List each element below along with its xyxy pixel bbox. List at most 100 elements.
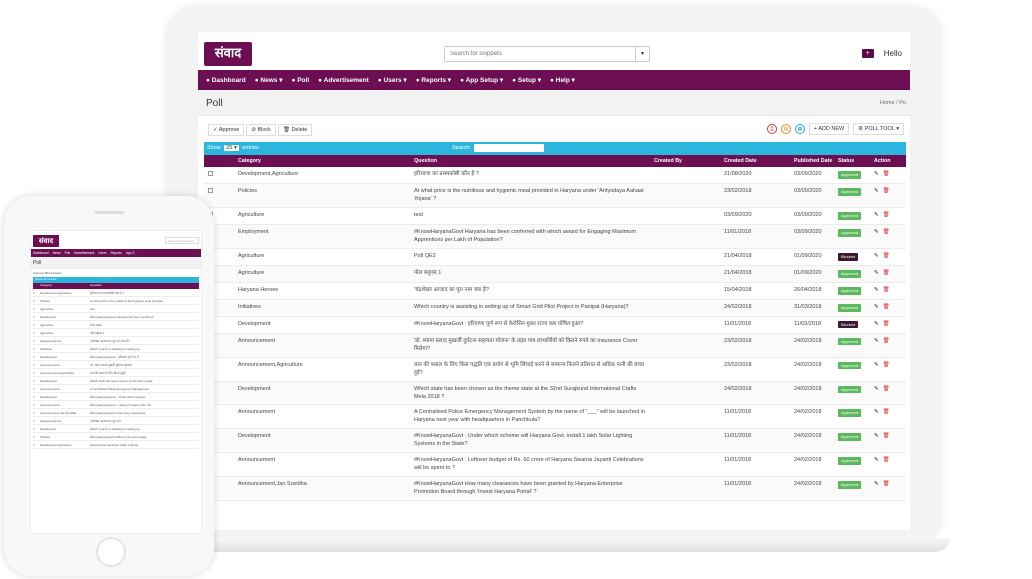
nav-item-news[interactable]: ● News ▾ [255, 76, 283, 84]
trash-icon[interactable]: 🗑 [883, 253, 890, 259]
column-header-published-date[interactable]: Published Date [790, 155, 834, 167]
status-badge[interactable]: Approved [838, 171, 862, 179]
phone-row-checkbox[interactable]: □ [33, 379, 40, 383]
phone-logo[interactable]: संवाद [33, 235, 59, 247]
trash-icon[interactable]: 🗑 [883, 188, 890, 194]
phone-row-checkbox[interactable]: □ [33, 323, 40, 327]
column-header-question[interactable]: Question [410, 155, 650, 167]
column-header-created-date[interactable]: Created Date [720, 155, 790, 167]
edit-icon[interactable]: ✎ [874, 253, 879, 259]
phone-nav-item[interactable]: Dashboard [33, 251, 49, 255]
nav-item-reports[interactable]: ● Reports ▾ [416, 76, 451, 84]
nav-item-setup[interactable]: ● Setup ▾ [512, 76, 541, 84]
search-input[interactable] [445, 47, 635, 61]
trash-icon[interactable]: 🗑 [883, 321, 890, 327]
edit-icon[interactable]: ✎ [874, 386, 879, 392]
status-badge[interactable]: Approved [838, 337, 862, 346]
phone-row-checkbox[interactable]: □ [33, 443, 40, 447]
nav-item-users[interactable]: ● Users ▾ [378, 76, 407, 84]
trash-icon[interactable]: 🗑 [883, 270, 890, 276]
trash-icon[interactable]: 🗑 [883, 481, 890, 487]
status-badge[interactable]: Approved [838, 457, 862, 466]
phone-nav-item[interactable]: App S [126, 251, 135, 255]
print-icon[interactable]: ⎙ [766, 124, 777, 134]
column-header-status[interactable]: Status [834, 155, 870, 167]
status-badge[interactable]: Blocked [838, 252, 859, 261]
edit-icon[interactable]: ✎ [874, 188, 879, 194]
status-badge[interactable]: Blocked [838, 320, 859, 329]
phone-row-checkbox[interactable]: □ [33, 363, 40, 367]
row-checkbox[interactable] [208, 171, 213, 176]
status-badge[interactable]: Approved [838, 361, 862, 370]
phone-nav-item[interactable]: Users [98, 251, 106, 255]
nav-item-advertisement[interactable]: ● Advertisement [318, 77, 369, 84]
trash-icon[interactable]: 🗑 [883, 212, 890, 218]
status-badge[interactable]: Approved [838, 286, 862, 295]
block-button[interactable]: ⊘ Block [246, 124, 276, 136]
edit-icon[interactable]: ✎ [874, 321, 879, 327]
edit-icon[interactable]: ✎ [874, 338, 879, 344]
trash-icon[interactable]: 🗑 [883, 338, 890, 344]
trash-icon[interactable]: 🗑 [883, 229, 890, 235]
trash-icon[interactable]: 🗑 [883, 287, 890, 293]
status-badge[interactable]: Approved [838, 409, 862, 418]
pdf-icon[interactable]: ▤ [780, 124, 791, 134]
plus-icon[interactable]: + [861, 49, 874, 58]
row-checkbox[interactable] [208, 187, 213, 193]
phone-row-checkbox[interactable]: □ [33, 411, 40, 415]
status-badge[interactable]: Approved [838, 433, 862, 442]
edit-icon[interactable]: ✎ [874, 457, 879, 463]
phone-row-checkbox[interactable]: □ [33, 427, 40, 431]
nav-item-app-setup[interactable]: ● App Setup ▾ [460, 76, 503, 84]
phone-nav-item[interactable]: Advertisement [74, 251, 94, 255]
trash-icon[interactable]: 🗑 [883, 304, 890, 310]
status-badge[interactable]: Approved [838, 481, 862, 490]
phone-row-checkbox[interactable]: □ [33, 315, 40, 319]
column-header-created-by[interactable]: Created By [650, 155, 720, 167]
phone-row-checkbox[interactable]: □ [33, 395, 40, 399]
phone-row-checkbox[interactable]: □ [33, 387, 40, 391]
excel-icon[interactable]: ▦ [794, 124, 805, 134]
phone-nav-item[interactable]: Reports [111, 251, 122, 255]
nav-item-help[interactable]: ● Help ▾ [550, 76, 575, 84]
phone-row-checkbox[interactable]: □ [33, 299, 40, 303]
poll-tool-button[interactable]: ⚙ POLL TOOL ▾ [853, 123, 904, 135]
edit-icon[interactable]: ✎ [874, 481, 879, 487]
phone-search-input[interactable]: Search for snippets [165, 237, 199, 244]
edit-icon[interactable]: ✎ [874, 229, 879, 235]
edit-icon[interactable]: ✎ [874, 409, 879, 415]
phone-row-checkbox[interactable]: □ [33, 403, 40, 407]
trash-icon[interactable]: 🗑 [883, 362, 890, 368]
trash-icon[interactable]: 🗑 [883, 433, 890, 439]
nav-item-dashboard[interactable]: ● Dashboard [206, 77, 246, 84]
phone-row-checkbox[interactable]: □ [33, 347, 40, 351]
edit-icon[interactable]: ✎ [874, 212, 879, 218]
phone-row-checkbox[interactable]: □ [33, 331, 40, 335]
user-menu-hello[interactable]: Hello [884, 49, 902, 58]
trash-icon[interactable]: 🗑 [883, 386, 890, 392]
phone-row-checkbox[interactable]: □ [33, 291, 40, 295]
column-header-action[interactable]: Action [870, 155, 906, 167]
phone-nav-item[interactable]: News [53, 251, 61, 255]
edit-icon[interactable]: ✎ [874, 287, 879, 293]
status-badge[interactable]: Approved [838, 303, 862, 312]
status-badge[interactable]: Approved [838, 228, 862, 237]
trash-icon[interactable]: 🗑 [883, 457, 890, 463]
phone-row-checkbox[interactable]: □ [33, 339, 40, 343]
approve-button[interactable]: ✓ Approve [208, 124, 245, 136]
status-badge[interactable]: Approved [838, 187, 862, 196]
nav-item-poll[interactable]: ● Poll [291, 77, 309, 84]
entries-select[interactable]: 25 ▾ [224, 145, 239, 151]
edit-icon[interactable]: ✎ [874, 362, 879, 368]
edit-icon[interactable]: ✎ [874, 304, 879, 310]
trash-icon[interactable]: 🗑 [883, 171, 890, 177]
edit-icon[interactable]: ✎ [874, 171, 879, 177]
search-dropdown-button[interactable]: ▾ [635, 47, 649, 61]
delete-button[interactable]: 🗑 Delete [277, 124, 313, 136]
edit-icon[interactable]: ✎ [874, 433, 879, 439]
edit-icon[interactable]: ✎ [874, 270, 879, 276]
phone-row-checkbox[interactable]: □ [33, 419, 40, 423]
app-logo[interactable]: संवाद [204, 42, 252, 66]
phone-row-checkbox[interactable]: □ [33, 435, 40, 439]
breadcrumb-home[interactable]: Home [880, 100, 895, 106]
